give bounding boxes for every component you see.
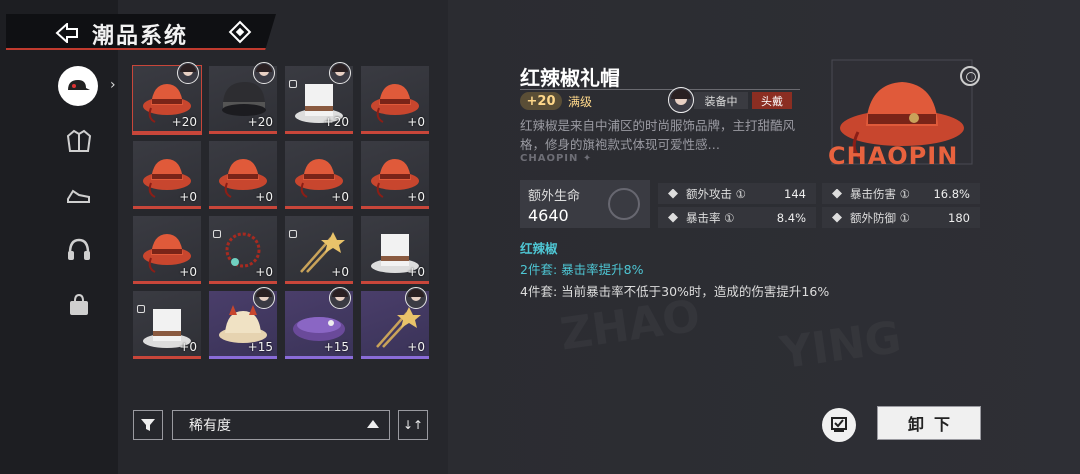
brand-strip: CHAOPIN ✦ <box>520 153 593 164</box>
item-level: +0 <box>331 190 349 204</box>
stat-value: 144 <box>784 186 806 201</box>
crit-rate-icon <box>668 212 678 223</box>
item-slot[interactable]: +0 <box>285 216 353 284</box>
item-slot[interactable]: +0 <box>361 216 429 284</box>
level-badge: +20 <box>520 92 562 110</box>
item-level: +0 <box>407 265 425 279</box>
owner-avatar <box>253 287 275 309</box>
item-level: +0 <box>179 190 197 204</box>
max-level-label: 满级 <box>568 95 593 109</box>
item-level: +20 <box>247 115 273 129</box>
item-level: +0 <box>255 265 273 279</box>
back-arrow-icon <box>55 23 78 43</box>
item-level: +0 <box>255 190 273 204</box>
stat-label: 额外防御 ① <box>850 210 910 225</box>
stat-row[interactable]: 额外攻击 ① 144 <box>658 183 816 204</box>
nav-jacket[interactable] <box>58 120 100 162</box>
main-stat-value: 4640 <box>528 206 569 225</box>
sort-dropdown[interactable]: 稀有度 <box>172 410 390 440</box>
lock-icon <box>213 230 221 238</box>
item-level: +0 <box>179 265 197 279</box>
bag-icon <box>70 293 88 315</box>
health-icon <box>608 188 640 220</box>
triangle-up-icon <box>367 420 379 428</box>
owner-avatar <box>253 62 275 84</box>
nav-headphones[interactable] <box>58 228 100 270</box>
equipped-tag: 装备中 <box>694 92 748 109</box>
unequip-button[interactable]: 卸下 <box>877 406 981 440</box>
stat-row[interactable]: 暴击伤害 ① 16.8% <box>822 183 980 204</box>
shoes-icon <box>67 189 90 203</box>
sort-order-icon: ↓↑ <box>402 418 424 432</box>
item-level: +20 <box>171 115 197 129</box>
nav-cap[interactable] <box>58 66 98 106</box>
owner-avatar <box>177 62 199 84</box>
stat-label: 暴击伤害 ① <box>850 186 910 201</box>
item-slot[interactable]: +15 <box>209 287 277 359</box>
filter-icon <box>141 419 155 431</box>
stat-value: 8.4% <box>776 210 806 225</box>
compare-button[interactable] <box>822 408 856 442</box>
headphones-icon <box>68 238 90 260</box>
jacket-icon <box>66 129 92 152</box>
item-slot[interactable]: +20 <box>209 62 277 134</box>
owner-avatar <box>405 287 427 309</box>
attack-icon <box>668 188 678 199</box>
item-level: +0 <box>407 340 425 354</box>
item-description: 红辣椒是来自中浦区的时尚服饰品牌，主打甜酷风格，修身的旗袍款式体现可爱性感… <box>520 118 796 152</box>
item-slot[interactable]: +15 <box>285 287 353 359</box>
lock-icon <box>289 80 297 88</box>
item-level: +0 <box>407 190 425 204</box>
item-slot[interactable]: +0 <box>361 141 429 209</box>
item-level: +0 <box>407 115 425 129</box>
page-title: 潮品系统 <box>92 24 189 49</box>
stat-label: 额外攻击 ① <box>686 186 746 201</box>
item-slot[interactable]: +0 <box>361 66 429 134</box>
item-slot[interactable]: +20 <box>132 62 202 135</box>
nav-arrow-icon: › <box>110 77 116 93</box>
item-level: +20 <box>323 115 349 129</box>
defense-icon <box>832 212 842 223</box>
set-bonus-4: 4件套: 当前暴击率不低于30%时，造成的伤害提升16% <box>520 284 830 299</box>
item-level: +0 <box>179 340 197 354</box>
owner-avatar <box>329 62 351 84</box>
divider <box>520 89 800 90</box>
brand-logo: CHAOPIN <box>828 142 959 170</box>
lock-toggle-icon[interactable] <box>960 66 980 86</box>
sort-value: 稀有度 <box>189 418 231 434</box>
crit-damage-icon <box>832 188 842 199</box>
item-slot[interactable]: +20 <box>285 62 353 134</box>
item-slot[interactable]: +0 <box>209 216 277 284</box>
item-slot[interactable]: +0 <box>133 291 201 359</box>
item-slot[interactable]: +0 <box>209 141 277 209</box>
filter-button[interactable] <box>133 410 163 440</box>
lock-icon <box>137 305 145 313</box>
set-bonus-2: 2件套: 暴击率提升8% <box>520 262 644 277</box>
stat-row[interactable]: 暴击率 ① 8.4% <box>658 207 816 228</box>
owner-avatar <box>329 287 351 309</box>
item-name: 红辣椒礼帽 <box>520 66 620 90</box>
item-level: +15 <box>247 340 273 354</box>
main-stat-label: 额外生命 <box>528 189 581 204</box>
nav-bag[interactable] <box>58 284 100 326</box>
item-slot[interactable]: +0 <box>361 287 429 359</box>
nav-shoes[interactable] <box>58 174 100 216</box>
item-slot[interactable]: +0 <box>285 141 353 209</box>
item-level: +0 <box>331 265 349 279</box>
item-slot[interactable]: +0 <box>133 141 201 209</box>
sort-order-button[interactable]: ↓↑ <box>398 410 428 440</box>
lock-icon <box>289 230 297 238</box>
slot-tag: 头戴 <box>752 92 792 109</box>
equipped-character-avatar[interactable] <box>668 87 694 113</box>
compare-icon <box>831 417 847 432</box>
stat-label: 暴击率 ① <box>686 210 735 225</box>
cap-icon <box>68 80 90 90</box>
stat-value: 180 <box>948 210 970 225</box>
stat-row[interactable]: 额外防御 ① 180 <box>822 207 980 228</box>
back-button[interactable] <box>52 20 82 46</box>
item-level: +15 <box>323 340 349 354</box>
stat-value: 16.8% <box>933 186 970 201</box>
item-slot[interactable]: +0 <box>133 216 201 284</box>
set-name: 红辣椒 <box>520 241 558 256</box>
